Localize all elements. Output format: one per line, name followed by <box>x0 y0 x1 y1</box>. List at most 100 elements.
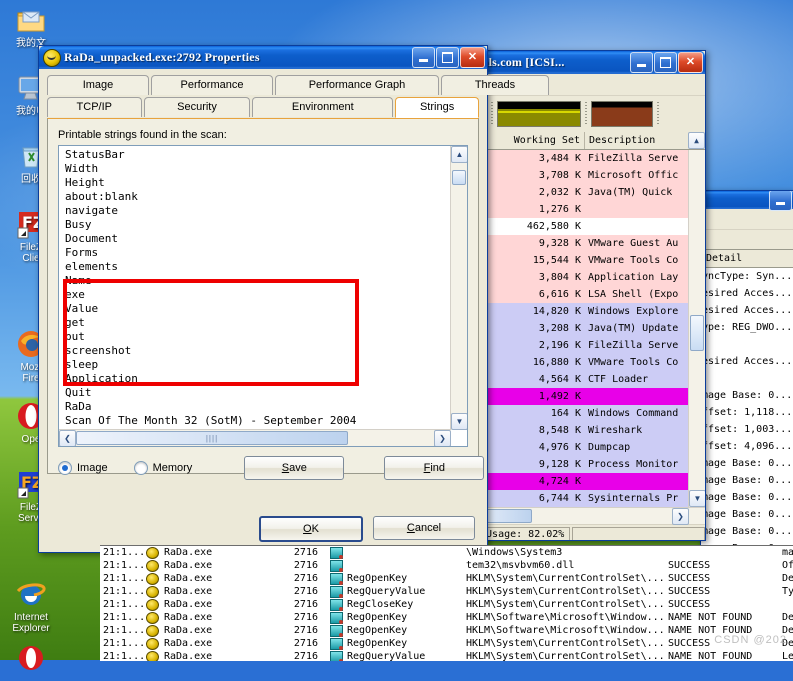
strings-scroll-right-button[interactable]: ❯ <box>434 430 451 446</box>
procexp-minimize-button[interactable] <box>630 52 653 73</box>
radio-image[interactable]: Image <box>58 461 108 475</box>
strings-list-item[interactable]: elements <box>65 260 450 274</box>
strings-list-item[interactable]: Application <box>65 372 450 386</box>
graph-grip-2[interactable] <box>583 102 589 126</box>
procmon-detail-row[interactable]: mage Base: 0... <box>701 455 793 472</box>
graph-grip-3[interactable] <box>655 102 661 126</box>
strings-list-item[interactable]: Document <box>65 232 450 246</box>
strings-list-item[interactable]: StatusBar <box>65 148 450 162</box>
strings-list-item[interactable]: RaDa <box>65 400 450 414</box>
strings-list-item[interactable]: sleep <box>65 358 450 372</box>
log-row[interactable]: 21:1... RaDa.exe 2716 RegOpenKey HKLM\Softwa… <box>100 624 793 637</box>
log-row[interactable]: 21:1... RaDa.exe 2716 RegQueryValue HKLM\Sys… <box>100 650 793 661</box>
strings-listbox[interactable]: StatusBar Width Height about:blank navigate B… <box>58 145 468 447</box>
procexp-process-row[interactable]: 4,564 K CTF Loader <box>467 371 705 388</box>
procmon-event-log[interactable]: 21:1... RaDa.exe 2716 \Windows\System3 mage … <box>100 545 793 661</box>
properties-tabstrip[interactable]: Image Performance Performance Graph Thre… <box>39 69 549 118</box>
procmon-detail-row[interactable] <box>701 370 793 387</box>
procexp-process-row[interactable]: 4,724 K <box>467 473 705 490</box>
tab-performance[interactable]: Performance <box>151 75 273 95</box>
column-description[interactable]: Description <box>585 132 688 149</box>
strings-list-item[interactable]: Value <box>65 302 450 316</box>
tab-strings[interactable]: Strings <box>395 97 479 118</box>
procexp-scroll-thumb[interactable] <box>690 315 704 351</box>
strings-list-item[interactable]: Width <box>65 162 450 176</box>
procexp-process-row[interactable]: 6,616 K LSA Shell (Expo <box>467 286 705 303</box>
tab-row-2[interactable]: TCP/IP Security Environment Strings <box>47 97 479 118</box>
procexp-horizontal-scrollbar[interactable]: ❯ <box>467 507 705 525</box>
log-row[interactable]: 21:1... RaDa.exe 2716 RegOpenKey HKLM\System… <box>100 637 793 650</box>
tab-performance-graph[interactable]: Performance Graph <box>275 75 439 95</box>
process-explorer-window[interactable]: rnals.com [ICSI... ✕ Working Set Descrip… <box>466 50 706 541</box>
procexp-scroll-right-button[interactable]: ❯ <box>672 508 689 525</box>
tab-security[interactable]: Security <box>143 97 251 117</box>
process-properties-dialog[interactable]: RaDa_unpacked.exe:2792 Properties ✕ Imag… <box>38 45 549 553</box>
strings-vscroll-thumb[interactable] <box>452 170 466 185</box>
strings-scroll-left-button[interactable]: ❮ <box>59 430 76 446</box>
graph-grip-1[interactable] <box>489 102 495 126</box>
procexp-process-row[interactable]: 2,032 K Java(TM) Quick <box>467 184 705 201</box>
log-row[interactable]: 21:1... RaDa.exe 2716 RegOpenKey HKLM\System… <box>100 572 793 585</box>
procmon-toolbar[interactable] <box>701 209 793 230</box>
strings-list-item[interactable]: Quit <box>65 386 450 400</box>
procexp-close-button[interactable]: ✕ <box>678 52 703 73</box>
procmon-detail-row[interactable]: ffset: 4,096... <box>701 438 793 455</box>
find-button[interactable]: Find <box>384 456 485 480</box>
procmon-detail-row[interactable]: ffset: 1,003... <box>701 421 793 438</box>
procexp-process-row[interactable]: 3,208 K Java(TM) Update <box>467 320 705 337</box>
strings-scroll-down-button[interactable]: ▼ <box>451 413 467 430</box>
procmon-detail-row[interactable]: mage Base: 0... <box>701 472 793 489</box>
radio-memory-dot[interactable] <box>133 461 148 475</box>
desktop-icon-internet-explorer[interactable]: Internet Explorer <box>2 578 60 634</box>
procmon-titlebar[interactable] <box>701 191 793 211</box>
strings-list-item[interactable]: Name <box>65 274 450 288</box>
strings-list-item[interactable]: navigate <box>65 204 450 218</box>
strings-list-item[interactable]: Height <box>65 176 450 190</box>
tab-threads[interactable]: Threads <box>441 75 549 95</box>
procexp-maximize-button[interactable] <box>654 52 677 73</box>
dialog-buttons[interactable]: OK Cancel <box>259 516 475 542</box>
procexp-process-row[interactable]: 14,820 K Windows Explore <box>467 303 705 320</box>
properties-titlebar[interactable]: RaDa_unpacked.exe:2792 Properties ✕ <box>39 46 487 69</box>
procmon-detail-row[interactable]: esired Acces... <box>701 302 793 319</box>
procexp-process-row[interactable]: 3,708 K Microsoft Offic <box>467 167 705 184</box>
procexp-process-row[interactable]: 15,544 K VMware Tools Co <box>467 252 705 269</box>
properties-close-button[interactable]: ✕ <box>460 47 485 68</box>
procexp-process-row[interactable]: 462,580 K <box>467 218 705 235</box>
log-row[interactable]: 21:1... RaDa.exe 2716 RegQueryValue HKLM\Sys… <box>100 585 793 598</box>
strings-horizontal-scrollbar[interactable]: ❮ |||| ❯ <box>59 429 451 446</box>
procmon-detail-row[interactable]: yncType: Syn... <box>701 268 793 285</box>
log-row[interactable]: 21:1... RaDa.exe 2716 RegOpenKey HKLM\Softwa… <box>100 611 793 624</box>
ok-button[interactable]: OK <box>259 516 363 542</box>
procmon-detail-row[interactable]: esired Acces... <box>701 285 793 302</box>
procexp-process-row[interactable]: 1,492 K <box>467 388 705 405</box>
procmon-detail-row[interactable]: mage Base: 0... <box>701 489 793 506</box>
procexp-titlebar[interactable]: rnals.com [ICSI... ✕ <box>467 51 705 74</box>
procexp-scroll-up-button[interactable]: ▲ <box>688 132 705 149</box>
procmon-column-header-detail[interactable]: Detail <box>701 250 793 268</box>
strings-list-item[interactable]: Busy <box>65 218 450 232</box>
properties-maximize-button[interactable] <box>436 47 459 68</box>
procmon-detail-row[interactable]: esired Acces... <box>701 353 793 370</box>
strings-list-item[interactable]: screenshot <box>65 344 450 358</box>
log-row[interactable]: 21:1... RaDa.exe 2716 RegCloseKey HKLM\Syste… <box>100 598 793 611</box>
procexp-process-row[interactable]: 4,976 K Dumpcap <box>467 439 705 456</box>
desktop-icon-opera-2[interactable] <box>2 646 60 680</box>
strings-list-item[interactable]: Scan Of The Month 32 (SotM) - September … <box>65 414 450 428</box>
procexp-process-row[interactable]: 2,196 K FileZilla Serve <box>467 337 705 354</box>
tab-environment[interactable]: Environment <box>252 97 394 117</box>
procexp-process-row[interactable]: 9,128 K Process Monitor <box>467 456 705 473</box>
procexp-process-row[interactable]: 164 K Windows Command <box>467 405 705 422</box>
procmon-minimize-button[interactable] <box>769 191 792 211</box>
strings-vertical-scrollbar[interactable]: ▲ ▼ <box>450 146 467 430</box>
properties-minimize-button[interactable] <box>412 47 435 68</box>
cancel-button[interactable]: Cancel <box>373 516 475 540</box>
procmon-detail-row[interactable]: mage Base: 0... <box>701 523 793 540</box>
strings-hscroll-thumb[interactable]: |||| <box>76 431 348 445</box>
strings-list-item[interactable]: Forms <box>65 246 450 260</box>
procmon-detail-row[interactable]: ffset: 1,118... <box>701 404 793 421</box>
save-button[interactable]: Save <box>244 456 345 480</box>
strings-list-item[interactable]: exe <box>65 288 450 302</box>
procexp-process-row[interactable]: 3,484 K FileZilla Serve <box>467 150 705 167</box>
procmon-detail-row[interactable]: mage Base: 0... <box>701 387 793 404</box>
